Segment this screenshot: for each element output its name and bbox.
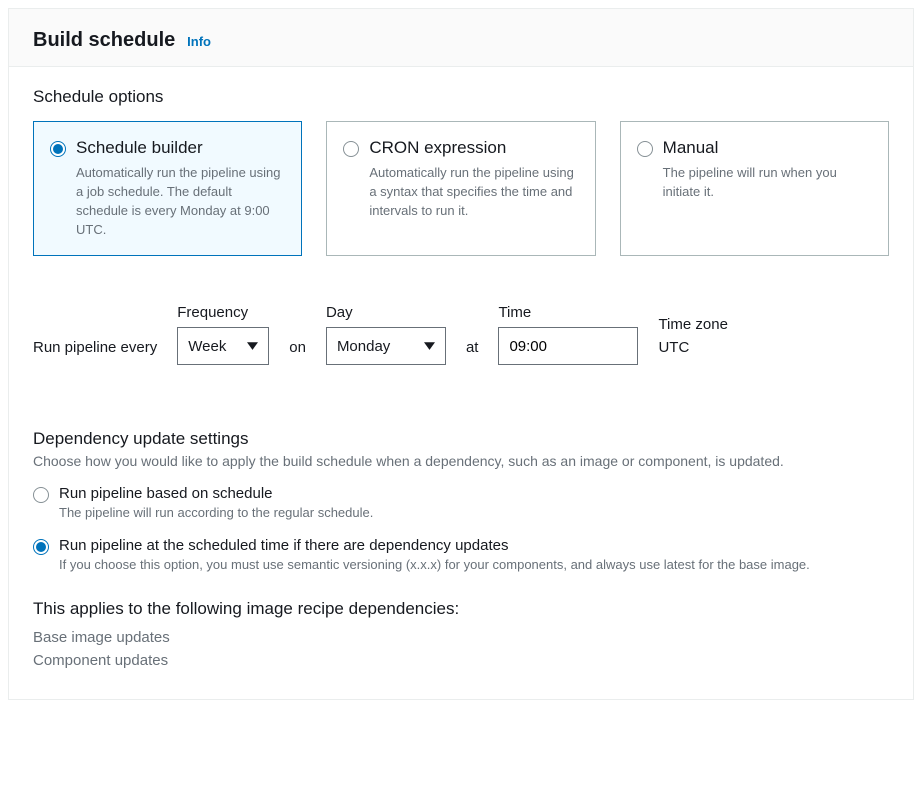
frequency-select[interactable]: Week	[177, 327, 269, 365]
applies-item-component: Component updates	[33, 652, 889, 669]
radio-label: Run pipeline based on schedule	[59, 485, 373, 502]
applies-item-base-image: Base image updates	[33, 629, 889, 646]
card-desc: Automatically run the pipeline using a j…	[76, 164, 285, 239]
frequency-field: Frequency Week	[177, 304, 269, 365]
panel-body: Schedule options Schedule builder Automa…	[9, 67, 913, 699]
card-title: Schedule builder	[76, 138, 285, 158]
dependency-desc: Choose how you would like to apply the b…	[33, 453, 889, 469]
dependency-heading: Dependency update settings	[33, 429, 889, 449]
run-prefix-text: Run pipeline every	[33, 339, 157, 365]
caret-down-icon	[247, 338, 258, 355]
card-cron-expression[interactable]: CRON expression Automatically run the pi…	[326, 121, 595, 256]
radio-desc: The pipeline will run according to the r…	[59, 504, 373, 523]
frequency-value: Week	[188, 338, 226, 355]
panel-header: Build schedule Info	[9, 9, 913, 67]
schedule-options-cards: Schedule builder Automatically run the p…	[33, 121, 889, 256]
caret-down-icon	[424, 338, 435, 355]
panel-title: Build schedule	[33, 29, 175, 51]
radio-icon	[33, 539, 49, 555]
day-value: Monday	[337, 338, 390, 355]
day-field: Day Monday	[326, 304, 446, 365]
radio-desc: If you choose this option, you must use …	[59, 556, 810, 575]
radio-icon	[637, 141, 653, 157]
at-text: at	[466, 339, 479, 365]
card-desc: The pipeline will run when you initiate …	[663, 164, 872, 202]
card-title: CRON expression	[369, 138, 578, 158]
build-schedule-panel: Build schedule Info Schedule options Sch…	[8, 8, 914, 700]
time-field: Time	[498, 304, 638, 365]
radio-label: Run pipeline at the scheduled time if th…	[59, 537, 810, 554]
timezone-label: Time zone	[658, 316, 727, 333]
dependency-option-schedule[interactable]: Run pipeline based on schedule The pipel…	[33, 485, 889, 523]
timezone-field: Time zone UTC	[658, 316, 727, 365]
timezone-value: UTC	[658, 339, 727, 365]
radio-icon	[343, 141, 359, 157]
time-label: Time	[498, 304, 638, 321]
radio-icon	[33, 487, 49, 503]
frequency-label: Frequency	[177, 304, 269, 321]
card-schedule-builder[interactable]: Schedule builder Automatically run the p…	[33, 121, 302, 256]
radio-icon	[50, 141, 66, 157]
on-text: on	[289, 339, 306, 365]
day-select[interactable]: Monday	[326, 327, 446, 365]
dependency-option-updates[interactable]: Run pipeline at the scheduled time if th…	[33, 537, 889, 575]
card-manual[interactable]: Manual The pipeline will run when you in…	[620, 121, 889, 256]
schedule-builder-row: Run pipeline every Frequency Week on Day…	[33, 304, 889, 365]
card-desc: Automatically run the pipeline using a s…	[369, 164, 578, 221]
info-link[interactable]: Info	[187, 34, 211, 49]
applies-heading: This applies to the following image reci…	[33, 599, 889, 619]
schedule-options-heading: Schedule options	[33, 87, 889, 107]
card-title: Manual	[663, 138, 872, 158]
day-label: Day	[326, 304, 446, 321]
time-input[interactable]	[498, 327, 638, 365]
